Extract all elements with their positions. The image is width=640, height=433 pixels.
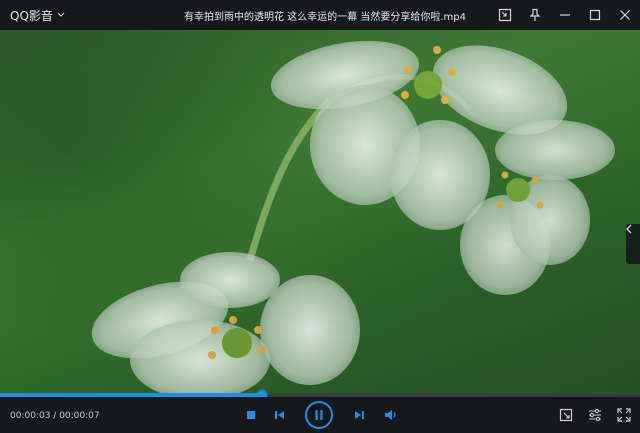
- title-bar: QQ影音 有幸拍到雨中的透明花 这么幸运的一幕 当然要分享给你啦.mp4: [0, 0, 640, 30]
- close-icon: [620, 10, 630, 20]
- pause-icon: [315, 410, 323, 420]
- fullscreen-button[interactable]: [616, 407, 632, 423]
- time-separator: /: [50, 411, 60, 421]
- equalizer-icon: [589, 408, 601, 422]
- pin-icon: [529, 8, 541, 21]
- pause-button[interactable]: [305, 401, 333, 429]
- maximize-button[interactable]: [580, 0, 610, 30]
- minimize-button[interactable]: [550, 0, 580, 30]
- previous-icon: [274, 411, 284, 419]
- side-panel-toggle[interactable]: [626, 224, 640, 264]
- fullscreen-icon: [617, 408, 631, 422]
- control-bar: 00:00:03 / 00:00:07: [0, 397, 640, 433]
- close-button[interactable]: [610, 0, 640, 30]
- volume-icon: [385, 410, 396, 420]
- minimize-icon: [560, 14, 570, 16]
- video-picture: [91, 40, 615, 394]
- pin-button[interactable]: [520, 0, 550, 30]
- time-display: 00:00:03 / 00:00:07: [10, 411, 100, 421]
- current-time: 00:00:03: [10, 411, 51, 421]
- chevron-down-icon: [57, 12, 65, 18]
- screenshot-button[interactable]: [490, 0, 520, 30]
- window-title: 有幸拍到雨中的透明花 这么幸运的一幕 当然要分享给你啦.mp4: [184, 11, 466, 23]
- stop-icon: [247, 411, 255, 419]
- maximize-icon: [589, 9, 601, 21]
- video-frame[interactable]: [0, 30, 640, 394]
- previous-button[interactable]: [272, 408, 286, 422]
- capture-button[interactable]: [558, 407, 574, 423]
- capture-icon: [559, 408, 573, 422]
- next-icon: [354, 411, 364, 419]
- app-name: QQ影音: [10, 8, 53, 23]
- total-time: 00:00:07: [59, 411, 100, 421]
- screenshot-icon: [498, 8, 512, 22]
- settings-button[interactable]: [587, 407, 603, 423]
- app-menu-button[interactable]: QQ影音: [0, 7, 65, 24]
- volume-button[interactable]: [383, 408, 399, 422]
- chevron-left-icon: [626, 224, 632, 234]
- next-button[interactable]: [352, 408, 366, 422]
- stop-button[interactable]: [244, 408, 258, 422]
